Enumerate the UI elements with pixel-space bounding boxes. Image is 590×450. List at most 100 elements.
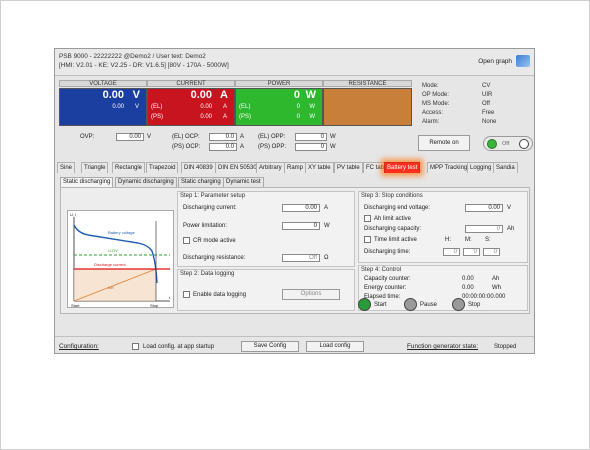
discharging-current-label: Discharging current: — [183, 205, 237, 211]
tab-logging[interactable]: Logging — [467, 162, 495, 173]
current-el-unit: A — [222, 104, 227, 110]
tab-sandia[interactable]: Sandia — [493, 162, 518, 173]
power-el-unit: W — [309, 104, 315, 110]
cr-mode-label: CR mode active — [193, 238, 236, 244]
save-config-button[interactable]: Save Config — [241, 341, 299, 352]
ah-limit-checkbox[interactable] — [364, 215, 371, 222]
seconds-input[interactable]: 0 — [483, 248, 500, 256]
tab-din-en-50530[interactable]: DIN EN 50530 — [215, 162, 260, 173]
open-graph-link[interactable]: Open graph — [478, 58, 512, 65]
start-play-icon[interactable] — [358, 298, 371, 311]
step2-title: Step 2: Data logging — [180, 271, 235, 277]
discharging-current-unit: A — [324, 205, 329, 211]
discharge-graph: U, I Battery voltage U-DV Discharge curr… — [67, 210, 174, 308]
step2-group: Step 2: Data logging Enable data logging… — [177, 269, 355, 311]
ovp-unit: V — [147, 134, 152, 140]
voltage-heading: VOLTAGE — [59, 80, 147, 87]
graph-t-label: t — [169, 295, 171, 300]
graph-battery-voltage-label: Battery voltage — [108, 230, 135, 235]
fg-state-label: Function generator state: — [407, 343, 479, 350]
stop-label[interactable]: Stop — [468, 302, 480, 308]
graph-udv-label: U-DV — [108, 248, 118, 253]
end-voltage-input[interactable]: 0.00 — [465, 204, 503, 212]
tab-xy-table[interactable]: XY table — [305, 162, 334, 173]
toggle-label: Off — [502, 141, 510, 147]
power-value: 0 — [293, 89, 300, 101]
tab-mpp-tracking[interactable]: MPP Tracking — [427, 162, 471, 173]
toggle-ring-icon — [519, 139, 529, 149]
ps-opp-label: (PS) OPP: — [258, 144, 287, 150]
resistance-heading: RESISTANCE — [323, 80, 412, 87]
load-config-button[interactable]: Load config — [306, 341, 364, 352]
stop-icon[interactable] — [452, 298, 465, 311]
status-access-label: Access: — [422, 110, 444, 116]
function-tabs: Sine Triangle Rectangle Trapezoid DIN 40… — [57, 162, 534, 173]
status-opmode-value: UIR — [482, 92, 493, 98]
ps-ocp-input[interactable]: 0.0 — [209, 143, 237, 151]
power-limitation-input[interactable]: 0 — [282, 222, 320, 230]
elapsed-time-value: 00:00:00:00.000 — [462, 294, 506, 300]
remote-on-button[interactable]: Remote on — [418, 135, 470, 151]
ps-ocp-unit: A — [240, 144, 245, 150]
discharging-time-label: Discharging time: — [364, 249, 411, 255]
tab-pv-table[interactable]: PV table — [334, 162, 363, 173]
start-label[interactable]: Start — [374, 302, 387, 308]
minutes-input[interactable]: 0 — [463, 248, 480, 256]
enable-logging-checkbox[interactable] — [183, 291, 190, 298]
tab-arbitrary[interactable]: Arbitrary — [256, 162, 285, 173]
elapsed-time-label: Elapsed time: — [364, 294, 401, 300]
tab-battery-test[interactable]: Battery test — [384, 162, 421, 173]
pause-label[interactable]: Pause — [420, 302, 437, 308]
el-ocp-label: (EL) OCP: — [172, 134, 200, 140]
discharging-current-input[interactable]: 0.00 — [282, 204, 320, 212]
tab-rectangle[interactable]: Rectangle — [112, 162, 146, 173]
subtab-static-charging[interactable]: Static charging — [178, 177, 224, 187]
ovp-input[interactable]: 0.00 — [116, 133, 144, 141]
energy-counter-label: Energy counter: — [364, 285, 407, 291]
current-unit: A — [220, 89, 228, 101]
meter-panel: VOLTAGE CURRENT POWER RESISTANCE 0.00 V … — [59, 80, 412, 126]
status-alarm-value: None — [482, 119, 497, 125]
current-heading: CURRENT — [147, 80, 235, 87]
discharging-resistance-input[interactable]: Off — [282, 254, 320, 262]
time-limit-checkbox[interactable] — [364, 236, 371, 243]
power-ps-unit: W — [309, 114, 315, 120]
step4-title: Step 4: Control — [361, 267, 402, 273]
load-startup-checkbox[interactable] — [132, 343, 139, 350]
pause-icon[interactable] — [404, 298, 417, 311]
status-alarm-label: Alarm: — [422, 119, 440, 125]
subtab-dynamic-test[interactable]: Dynamic test — [223, 177, 264, 187]
tab-trapezoid[interactable]: Trapezoid — [146, 162, 179, 173]
ps-opp-input[interactable]: 0 — [295, 143, 327, 151]
hours-input[interactable]: 0 — [443, 248, 460, 256]
tab-triangle[interactable]: Triangle — [81, 162, 109, 173]
power-ps-value: 0 — [296, 114, 300, 120]
status-mode-value: CV — [482, 83, 491, 89]
device-title: PSB 9000 - 22222222 @Demo2 / User text: … — [59, 53, 206, 60]
tab-din-40839[interactable]: DIN 40839 — [181, 162, 216, 173]
graph-ui-label: U, I — [70, 212, 76, 217]
footer-bar: Configuration: Load config. at app start… — [55, 336, 534, 354]
options-button[interactable]: Options — [282, 289, 340, 300]
energy-counter-value: 0.00 — [462, 285, 474, 291]
voltage-set: 0.00 — [112, 104, 124, 110]
cr-mode-checkbox[interactable] — [183, 237, 190, 244]
discharge-graph-svg: U, I Battery voltage U-DV Discharge curr… — [70, 212, 171, 308]
seconds-label: S: — [485, 237, 491, 243]
tab-ramp[interactable]: Ramp — [284, 162, 307, 173]
ovp-label: OVP: — [80, 134, 95, 140]
output-toggle[interactable]: Off — [483, 136, 533, 151]
subtab-static-discharging[interactable]: Static discharging — [60, 177, 114, 187]
minutes-label: M: — [465, 237, 472, 243]
current-el-label: (EL) — [151, 104, 163, 110]
power-meter: 0 W (EL) 0 W (PS) 0 W — [235, 88, 323, 126]
el-ocp-input[interactable]: 0.0 — [209, 133, 237, 141]
capacity-input[interactable]: 0 — [465, 225, 503, 233]
el-opp-input[interactable]: 0 — [295, 133, 327, 141]
status-msmode-label: MS Mode: — [422, 101, 450, 107]
static-discharging-panel: U, I Battery voltage U-DV Discharge curr… — [60, 187, 530, 314]
tab-sine[interactable]: Sine — [57, 162, 76, 173]
subtab-dynamic-discharging[interactable]: Dynamic discharging — [115, 177, 177, 187]
hours-label: H: — [445, 237, 451, 243]
status-led-icon — [487, 139, 497, 149]
